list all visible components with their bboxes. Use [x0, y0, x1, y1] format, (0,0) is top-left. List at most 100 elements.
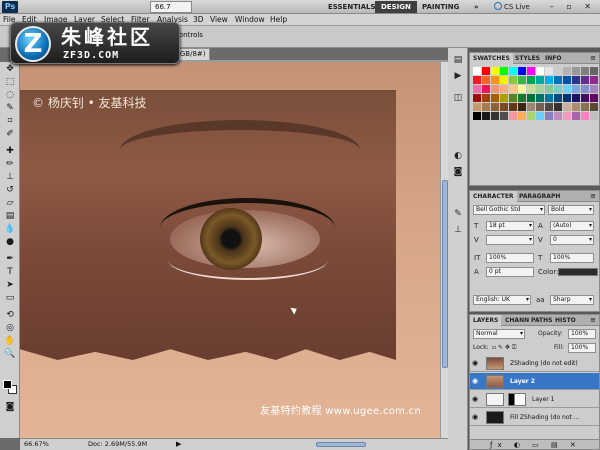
color-swatch[interactable] [473, 76, 481, 84]
color-swatch[interactable] [473, 85, 481, 93]
color-swatch[interactable] [554, 76, 562, 84]
menu-3d[interactable]: 3D [193, 14, 204, 26]
color-swatch[interactable] [563, 76, 571, 84]
color-swatch[interactable] [572, 76, 580, 84]
workspace-painting[interactable]: PAINTING [416, 1, 465, 13]
color-swatch[interactable] [518, 94, 526, 102]
color-swatch[interactable] [473, 112, 481, 120]
color-swatch[interactable] [590, 103, 598, 111]
color-swatch[interactable] [572, 112, 580, 120]
color-swatch[interactable] [554, 112, 562, 120]
horizontal-scale-field[interactable]: 100% [550, 253, 594, 263]
color-swatch[interactable] [563, 67, 571, 75]
color-swatch[interactable] [509, 85, 517, 93]
lock-icons[interactable]: ▫ ✎ ✥ ⚿ [492, 343, 516, 353]
color-swatch[interactable] [491, 94, 499, 102]
baseline-shift-field[interactable]: 0 pt [486, 267, 534, 277]
pen-tool-icon[interactable]: ✒ [3, 254, 17, 265]
color-swatch[interactable] [590, 67, 598, 75]
color-swatch[interactable] [554, 85, 562, 93]
color-swatch[interactable] [500, 85, 508, 93]
menu-help[interactable]: Help [270, 14, 287, 26]
tab-layers[interactable]: LAYERS [470, 315, 502, 326]
color-swatch[interactable] [563, 85, 571, 93]
navigator-panel-icon[interactable]: ◫ [452, 92, 464, 104]
panel-menu-icon[interactable]: ≡ [590, 315, 596, 326]
clone-stamp-tool-icon[interactable]: ⊥ [3, 172, 17, 183]
color-swatch[interactable] [545, 94, 553, 102]
crop-tool-icon[interactable]: ⌗ [3, 116, 17, 127]
history-brush-tool-icon[interactable]: ↺ [3, 185, 17, 196]
color-swatch[interactable] [563, 112, 571, 120]
quick-mask-icon[interactable]: ◙ [3, 402, 17, 413]
blend-mode-select[interactable]: Normal ▾ [473, 329, 525, 339]
layer-row[interactable]: ◉ Layer 1 [470, 391, 599, 408]
font-family-select[interactable]: Bell Gothic Std ▾ [473, 205, 545, 215]
color-swatch[interactable] [581, 112, 589, 120]
color-swatch[interactable] [482, 85, 490, 93]
masks-panel-icon[interactable]: ◙ [452, 166, 464, 178]
color-swatch[interactable] [554, 67, 562, 75]
layer-row[interactable]: ◉ Fill ZShading (do not ... [470, 409, 599, 426]
color-swatch[interactable] [536, 112, 544, 120]
dodge-tool-icon[interactable]: ● [3, 237, 17, 248]
color-swatch[interactable] [482, 112, 490, 120]
brush-tool-icon[interactable]: ✏ [3, 159, 17, 170]
blur-tool-icon[interactable]: 💧 [3, 224, 17, 235]
font-style-select[interactable]: Bold ▾ [548, 205, 594, 215]
tab-styles[interactable]: STYLES [512, 53, 543, 64]
cs-live-button[interactable]: CS Live [494, 1, 530, 13]
color-swatch[interactable] [563, 103, 571, 111]
workspace-more-button[interactable]: » [468, 1, 485, 13]
status-zoom[interactable]: 66.67% [24, 439, 49, 450]
color-swatch[interactable] [581, 85, 589, 93]
color-swatch[interactable] [590, 85, 598, 93]
color-swatch[interactable] [527, 112, 535, 120]
zoom-level-field[interactable]: 66.7 [150, 1, 192, 13]
3d-rotate-tool-icon[interactable]: ⟲ [3, 310, 17, 321]
color-swatch[interactable] [536, 76, 544, 84]
eye-icon[interactable]: ◉ [472, 359, 478, 367]
color-swatch[interactable] [590, 76, 598, 84]
path-selection-tool-icon[interactable]: ➤ [3, 280, 17, 291]
color-swatch[interactable] [482, 67, 490, 75]
anti-alias-select[interactable]: Sharp ▾ [550, 295, 594, 305]
window-controls[interactable]: – ▫ ✕ [550, 1, 596, 13]
text-color-swatch[interactable] [558, 268, 598, 276]
panel-menu-icon[interactable]: ≡ [590, 53, 596, 64]
foreground-color-swatch[interactable] [3, 380, 12, 389]
color-swatch[interactable] [482, 103, 490, 111]
language-select[interactable]: English: UK ▾ [473, 295, 531, 305]
vertical-scale-field[interactable]: 100% [486, 253, 534, 263]
color-swatch[interactable] [581, 94, 589, 102]
3d-orbit-tool-icon[interactable]: ◎ [3, 323, 17, 334]
color-swatch[interactable] [545, 103, 553, 111]
color-swatch[interactable] [527, 76, 535, 84]
color-swatch[interactable] [590, 112, 598, 120]
color-swatch[interactable] [491, 112, 499, 120]
color-swatch[interactable] [509, 76, 517, 84]
color-swatch[interactable] [491, 103, 499, 111]
color-swatch[interactable] [572, 94, 580, 102]
tracking-field[interactable]: 0 ▾ [550, 235, 594, 245]
color-swatch[interactable] [500, 67, 508, 75]
quick-select-tool-icon[interactable]: ✎ [3, 103, 17, 114]
color-swatch[interactable] [545, 67, 553, 75]
color-swatch[interactable] [500, 112, 508, 120]
color-swatch[interactable] [536, 67, 544, 75]
color-swatch[interactable] [572, 103, 580, 111]
panel-menu-icon[interactable]: ≡ [590, 191, 596, 202]
color-swatch[interactable] [545, 76, 553, 84]
color-swatch[interactable] [518, 85, 526, 93]
color-swatch[interactable] [482, 94, 490, 102]
color-swatch[interactable] [518, 67, 526, 75]
horizontal-scroll-thumb[interactable] [316, 442, 366, 447]
color-swatch[interactable] [509, 112, 517, 120]
adjustments-panel-icon[interactable]: ◐ [452, 150, 464, 162]
eraser-tool-icon[interactable]: ▱ [3, 198, 17, 209]
font-size-field[interactable]: 18 pt ▾ [486, 221, 534, 231]
workspace-design[interactable]: DESIGN [375, 1, 417, 13]
zoom-tool-icon[interactable]: 🔍 [3, 349, 17, 360]
layer-row[interactable]: ◉ Layer 2 [470, 373, 599, 390]
opacity-field[interactable]: 100% [568, 329, 596, 339]
